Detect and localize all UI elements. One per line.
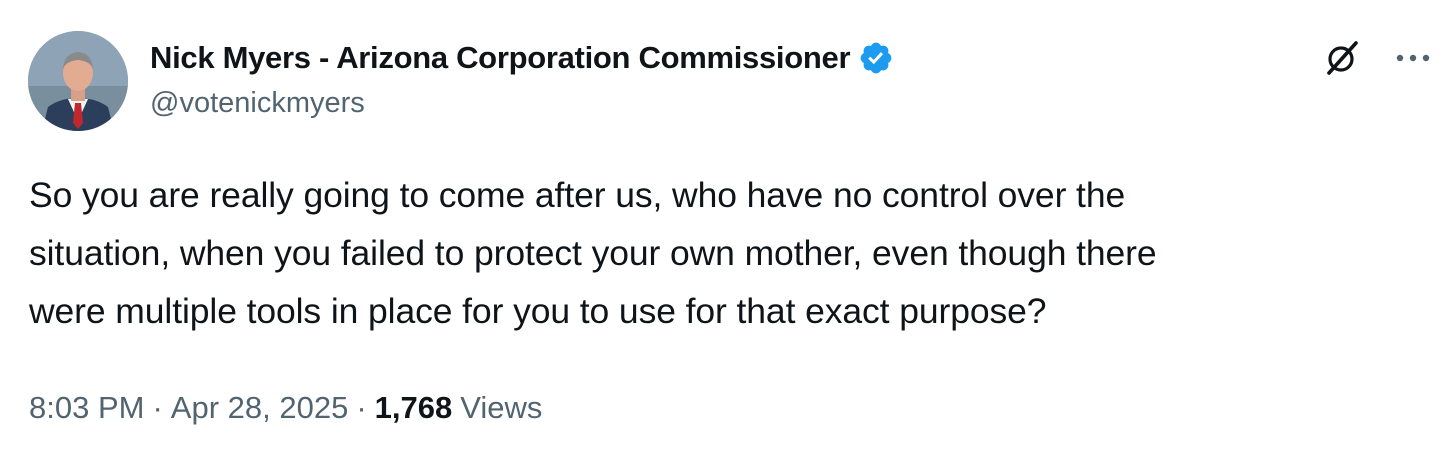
author-handle[interactable]: @votenickmyers — [150, 87, 365, 120]
more-icon[interactable] — [1392, 40, 1436, 76]
meta-separator: · — [356, 390, 367, 425]
views-count: 1,768 — [374, 390, 453, 425]
avatar-image — [28, 31, 128, 131]
avatar[interactable] — [28, 31, 128, 131]
tweet-date[interactable]: Apr 28, 2025 — [171, 390, 349, 426]
author-name-row: Nick Myers - Arizona Corporation Commiss… — [150, 36, 894, 80]
tweet-card: Nick Myers - Arizona Corporation Commiss… — [0, 0, 1456, 465]
tweet-time[interactable]: 8:03 PM — [29, 390, 144, 426]
author-display-name[interactable]: Nick Myers - Arizona Corporation Commiss… — [150, 40, 851, 76]
meta-separator: · — [152, 390, 163, 425]
views-label: Views — [460, 390, 543, 425]
grok-icon[interactable] — [1322, 38, 1362, 78]
tweet-text-line: were multiple tools in place for you to … — [29, 291, 1047, 331]
tweet-text-line: So you are really going to come after us… — [29, 175, 1126, 215]
verified-badge-icon[interactable] — [858, 40, 894, 76]
tweet-text: So you are really going to come after us… — [29, 166, 1449, 340]
tweet-text-line: situation, when you failed to protect yo… — [29, 233, 1157, 273]
tweet-meta: 8:03 PM · Apr 28, 2025 · 1,768 Views — [29, 390, 542, 426]
